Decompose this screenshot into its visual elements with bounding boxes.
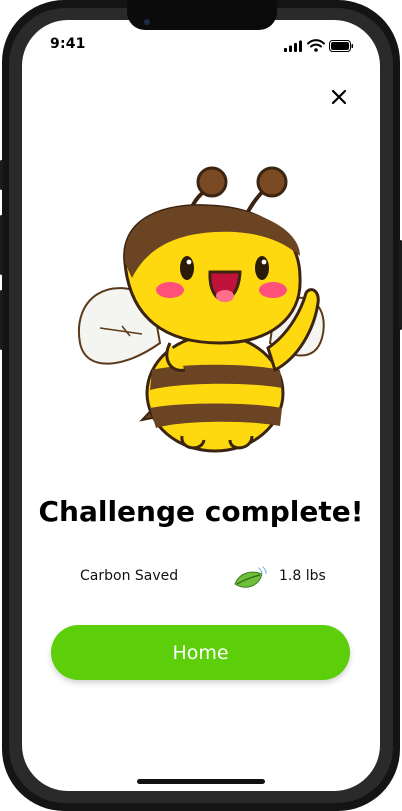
volume-down-button [0,290,3,350]
status-icons [284,38,354,52]
front-camera [144,19,150,25]
status-time: 9:41 [50,36,86,52]
bee-head [123,204,302,345]
volume-up-button [0,215,3,275]
bee-mascot-illustration [77,166,325,453]
close-button[interactable] [326,84,352,110]
home-button[interactable]: Home [51,625,350,680]
page-title: Challenge complete! [38,495,364,528]
signal-icon [284,40,302,52]
mute-switch [0,160,3,190]
wifi-icon [307,39,325,52]
leaf-icon [234,566,267,588]
carbon-saved-label: Carbon Saved [80,568,179,584]
carbon-saved-value: 1.8 lbs [279,568,326,584]
battery-icon [329,40,354,52]
phone-frame: 9:41 Challenge complete! Carbon Saved 1.… [0,0,402,811]
home-indicator [137,779,265,784]
carbon-saved-row: Carbon Saved 1.8 lbs [0,560,402,596]
notch [127,0,277,30]
home-button-label: Home [172,641,229,664]
close-icon [331,89,347,105]
